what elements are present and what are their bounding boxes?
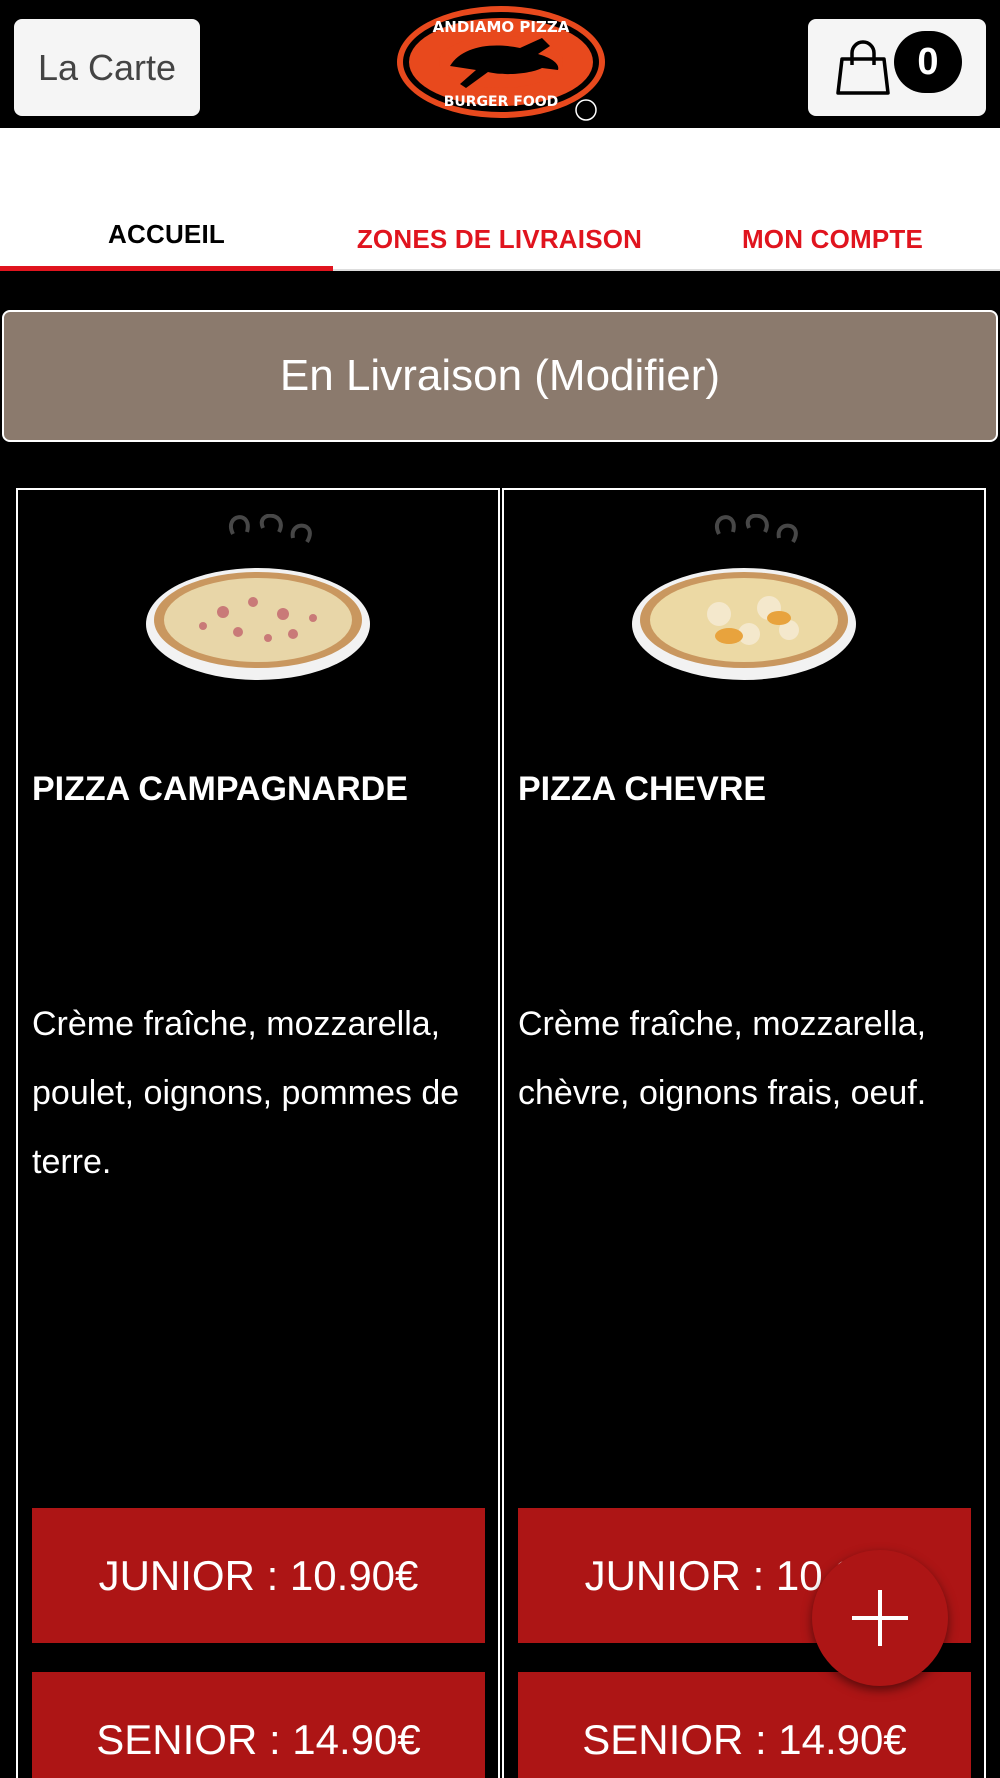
product-description: Crème fraîche, mozzarella, poulet, oigno…	[32, 1005, 460, 1181]
add-fab-button[interactable]	[812, 1550, 948, 1686]
tab-zones-de-livraison[interactable]: ZONES DE LIVRAISON	[333, 128, 666, 271]
pizza-image	[146, 514, 370, 680]
tab-accueil[interactable]: ACCUEIL	[0, 128, 333, 271]
top-bar: La Carte ANDIAMO PIZZA BURGER FOOD 0	[0, 0, 1000, 128]
product-title: PIZZA CHEVRE	[518, 770, 767, 808]
shopping-bag-icon	[836, 40, 890, 95]
tab-mon-compte[interactable]: MON COMPTE	[666, 128, 999, 271]
svg-text:BURGER FOOD: BURGER FOOD	[444, 94, 559, 110]
delivery-mode-button[interactable]: En Livraison (Modifier)	[2, 310, 998, 442]
plus-icon	[852, 1590, 908, 1646]
svg-text:ANDIAMO PIZZA: ANDIAMO PIZZA	[433, 18, 570, 36]
junior-size-button[interactable]: JUNIOR : 10.90€	[32, 1508, 485, 1643]
logo-icon[interactable]: ANDIAMO PIZZA BURGER FOOD	[392, 2, 610, 122]
cart-button[interactable]: 0	[808, 19, 986, 116]
senior-size-button[interactable]: SENIOR : 14.90€	[32, 1672, 485, 1778]
nav-bar: ACCUEIL ZONES DE LIVRAISON MON COMPTE	[0, 128, 1000, 271]
product-title: PIZZA CAMPAGNARDE	[32, 770, 408, 808]
product-description: Crème fraîche, mozzarella, chèvre, oigno…	[518, 1005, 927, 1112]
menu-button[interactable]: La Carte	[14, 19, 200, 116]
cart-count-badge: 0	[894, 31, 962, 93]
senior-size-button[interactable]: SENIOR : 14.90€	[518, 1672, 971, 1778]
product-card: PIZZA CAMPAGNARDE Crème fraîche, mozzare…	[16, 488, 500, 1778]
pizza-image	[632, 514, 856, 680]
